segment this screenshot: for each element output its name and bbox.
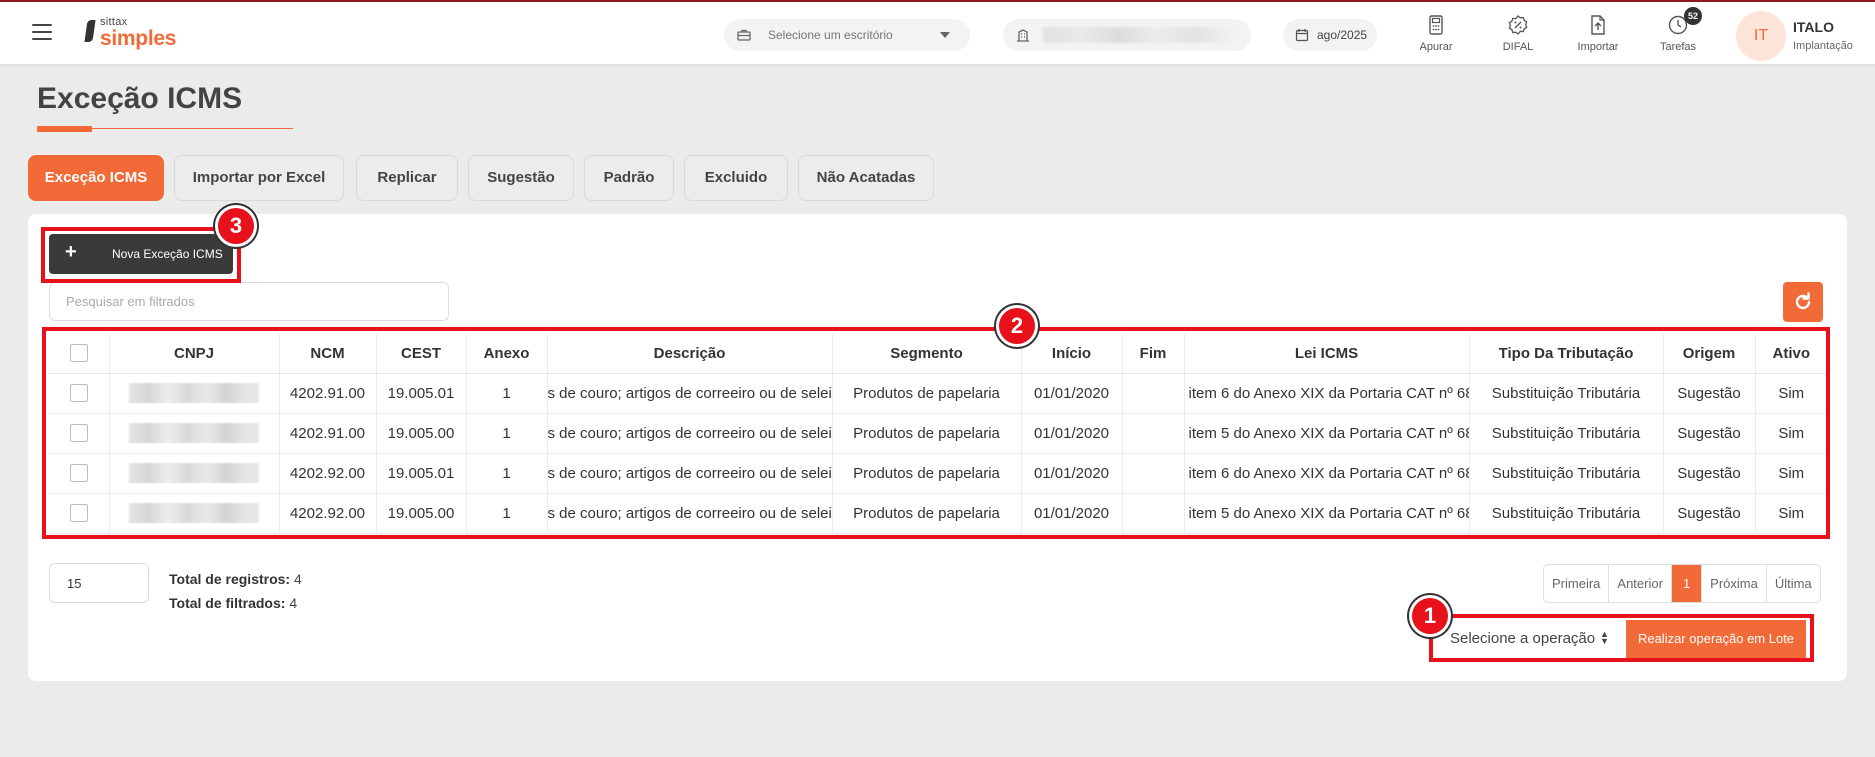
tab-excluido[interactable]: Excluido — [684, 155, 788, 201]
user-role: Implantação — [1793, 40, 1853, 52]
pagination: Primeira Anterior 1 Próxima Última — [1543, 564, 1821, 603]
refresh-button[interactable] — [1783, 282, 1823, 322]
total-filtrados: Total de filtrados: 4 — [169, 591, 302, 615]
company-name-redacted — [1043, 27, 1233, 43]
office-select[interactable]: Selecione um escritório — [724, 19, 970, 51]
user-name[interactable]: ITALO — [1793, 19, 1834, 35]
calendar-icon — [1295, 29, 1309, 42]
annotation-box-3 — [41, 227, 241, 283]
tab-nao-acatadas[interactable]: Não Acatadas — [798, 155, 934, 201]
pagination-last[interactable]: Última — [1767, 565, 1820, 602]
page-size-select[interactable]: 15 — [49, 563, 149, 603]
annotation-marker-3: 3 — [215, 205, 257, 247]
annotation-box-1 — [1429, 614, 1814, 662]
tab-sugestao[interactable]: Sugestão — [468, 155, 574, 201]
building-icon — [1017, 29, 1029, 42]
period-selector[interactable]: ago/2025 — [1283, 19, 1377, 51]
office-select-placeholder: Selecione um escritório — [768, 28, 893, 42]
importar-button[interactable]: Importar — [1568, 14, 1628, 60]
apurar-label: Apurar — [1419, 41, 1453, 53]
top-bar: sittax simples Selecione um escritório a… — [0, 0, 1875, 64]
total-filtrados-label: Total de filtrados: — [169, 595, 286, 611]
tarefas-count-badge: 52 — [1684, 7, 1702, 25]
apurar-button[interactable]: Apurar — [1406, 14, 1466, 60]
difal-button[interactable]: DIFAL — [1488, 14, 1548, 60]
briefcase-icon — [737, 29, 751, 41]
difal-label: DIFAL — [1502, 41, 1534, 53]
chevron-down-icon — [940, 32, 950, 38]
annotation-marker-1: 1 — [1409, 595, 1451, 637]
logo-main-text: simples — [100, 27, 177, 50]
tab-replicar[interactable]: Replicar — [356, 155, 458, 201]
hamburger-menu-icon[interactable] — [32, 24, 52, 40]
total-registros-label: Total de registros: — [169, 571, 291, 587]
sittax-logo[interactable]: sittax simples — [84, 16, 186, 52]
percent-badge-icon — [1508, 15, 1528, 35]
pagination-next[interactable]: Próxima — [1702, 565, 1767, 602]
total-registros: Total de registros: 4 — [169, 567, 302, 591]
total-filtrados-value: 4 — [289, 595, 298, 611]
search-filtered-input[interactable] — [49, 282, 449, 321]
calculator-icon — [1429, 15, 1443, 35]
file-upload-icon — [1591, 15, 1605, 35]
importar-label: Importar — [1577, 41, 1619, 53]
annotation-box-2 — [42, 327, 1830, 539]
total-registros-value: 4 — [293, 571, 302, 587]
period-value: ago/2025 — [1317, 28, 1368, 42]
title-underline-accent — [37, 126, 92, 132]
logo-mark — [84, 20, 96, 42]
company-select[interactable] — [1003, 19, 1251, 51]
user-avatar[interactable]: IT — [1736, 11, 1786, 61]
annotation-marker-2: 2 — [996, 305, 1038, 347]
pagination-first[interactable]: Primeira — [1544, 565, 1610, 602]
refresh-icon — [1795, 292, 1811, 310]
tarefas-button[interactable]: 52 Tarefas — [1648, 7, 1708, 60]
pagination-previous[interactable]: Anterior — [1609, 565, 1672, 602]
totals-summary: Total de registros: 4 Total de filtrados… — [169, 567, 302, 615]
tab-excecao-icms[interactable]: Exceção ICMS — [28, 155, 164, 201]
tab-importar-por-excel[interactable]: Importar por Excel — [174, 155, 344, 201]
tab-padrao[interactable]: Padrão — [584, 155, 674, 201]
tarefas-label: Tarefas — [1659, 41, 1697, 53]
page-title: Exceção ICMS — [37, 82, 243, 115]
pagination-page-1[interactable]: 1 — [1671, 565, 1703, 602]
